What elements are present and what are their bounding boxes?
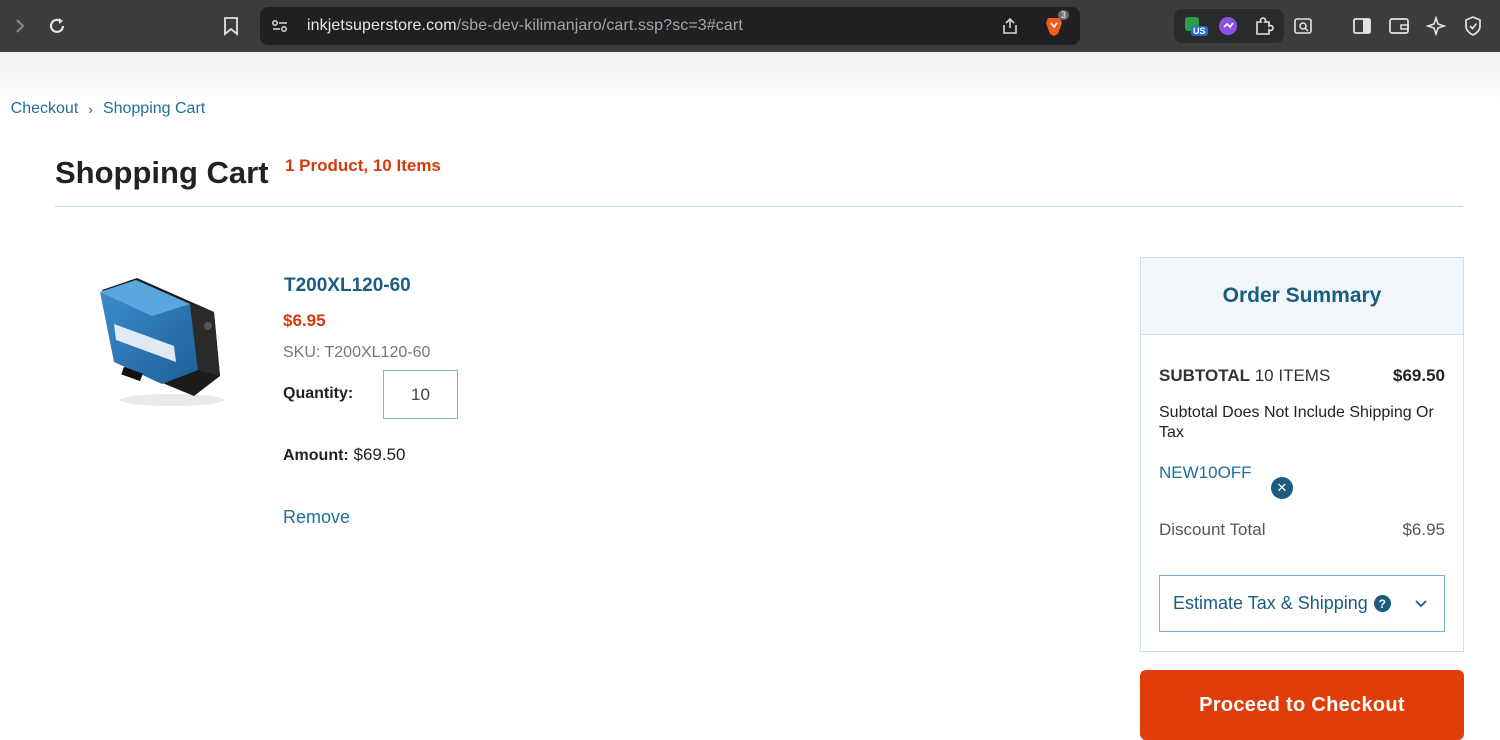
amount-row: Amount: $69.50 — [283, 445, 406, 465]
promo-code: NEW10OFF — [1159, 463, 1252, 482]
puzzle-icon[interactable] — [1248, 10, 1280, 42]
sidebar-icon[interactable] — [1346, 10, 1378, 42]
amount-label: Amount: — [283, 447, 349, 464]
discount-value: $6.95 — [1402, 520, 1445, 539]
estimate-tax-shipping-toggle[interactable]: Estimate Tax & Shipping ? — [1159, 575, 1445, 632]
estimate-label: Estimate Tax & Shipping — [1173, 593, 1368, 613]
quantity-input[interactable] — [383, 370, 458, 419]
address-bar[interactable]: inkjetsuperstore.com/sbe-dev-kilimanjaro… — [260, 7, 1080, 45]
proceed-to-checkout-button[interactable]: Proceed to Checkout — [1140, 670, 1464, 740]
brave-shield-icon[interactable]: 3 — [1038, 10, 1070, 42]
brave-badge: 3 — [1058, 10, 1070, 20]
order-summary-title: Order Summary — [1141, 258, 1463, 335]
chevron-down-icon — [1415, 600, 1427, 608]
cart-count: 1 Product, 10 Items — [285, 156, 441, 175]
browser-toolbar: inkjetsuperstore.com/sbe-dev-kilimanjaro… — [0, 0, 1500, 52]
remove-link[interactable]: Remove — [283, 507, 350, 528]
reload-icon[interactable] — [41, 10, 73, 42]
remove-promo-icon[interactable]: ✕ — [1271, 477, 1293, 499]
extension-icon[interactable] — [1212, 10, 1244, 42]
screenshot-icon[interactable] — [1287, 10, 1319, 42]
product-price: $6.95 — [283, 311, 326, 330]
share-icon[interactable] — [994, 10, 1026, 42]
subtotal-label: SUBTOTAL — [1159, 366, 1250, 385]
url-host: inkjetsuperstore.com — [307, 17, 457, 34]
subtotal-items: 10 ITEMS — [1254, 366, 1331, 385]
order-summary: Order Summary SUBTOTAL 10 ITEMS $69.50 S… — [1140, 257, 1464, 652]
leo-ai-icon[interactable] — [1420, 10, 1452, 42]
url-text: inkjetsuperstore.com/sbe-dev-kilimanjaro… — [307, 17, 743, 35]
bookmark-icon[interactable] — [215, 10, 247, 42]
wallet-icon[interactable] — [1383, 10, 1415, 42]
site-info-icon[interactable] — [264, 10, 296, 42]
help-icon[interactable]: ? — [1373, 595, 1391, 612]
title-divider — [55, 206, 1463, 207]
product-sku: SKU: T200XL120-60 — [283, 344, 431, 361]
page-header-fade — [0, 52, 1500, 102]
shield-icon[interactable] — [1457, 10, 1489, 42]
extension-group: US — [1174, 9, 1284, 43]
breadcrumb-separator: › — [88, 101, 93, 117]
subtotal-row: SUBTOTAL 10 ITEMS $69.50 — [1159, 366, 1445, 386]
forward-icon[interactable] — [4, 10, 36, 42]
amount-value: $69.50 — [353, 445, 406, 464]
product-name[interactable]: T200XL120-60 — [284, 275, 411, 297]
subtotal-value: $69.50 — [1393, 366, 1445, 385]
breadcrumb: › Checkout › Shopping Cart — [0, 98, 205, 120]
quantity-label: Quantity: — [283, 385, 354, 402]
subtotal-note: Subtotal Does Not Include Shipping Or Ta… — [1159, 404, 1434, 441]
url-path: /sbe-dev-kilimanjaro/cart.ssp?sc=3#cart — [456, 17, 743, 34]
discount-row: Discount Total $6.95 — [1159, 520, 1445, 540]
page-title: Shopping Cart — [55, 155, 269, 190]
subtotal-label-group: SUBTOTAL 10 ITEMS — [1159, 366, 1330, 386]
discount-label: Discount Total — [1159, 520, 1266, 539]
breadcrumb-separator: › — [0, 101, 1, 117]
breadcrumb-checkout[interactable]: Checkout — [11, 100, 79, 118]
product-image[interactable] — [92, 272, 240, 410]
vpn-icon[interactable]: US — [1178, 10, 1210, 42]
vpn-badge: US — [1191, 26, 1208, 36]
breadcrumb-shopping-cart[interactable]: Shopping Cart — [103, 100, 205, 118]
